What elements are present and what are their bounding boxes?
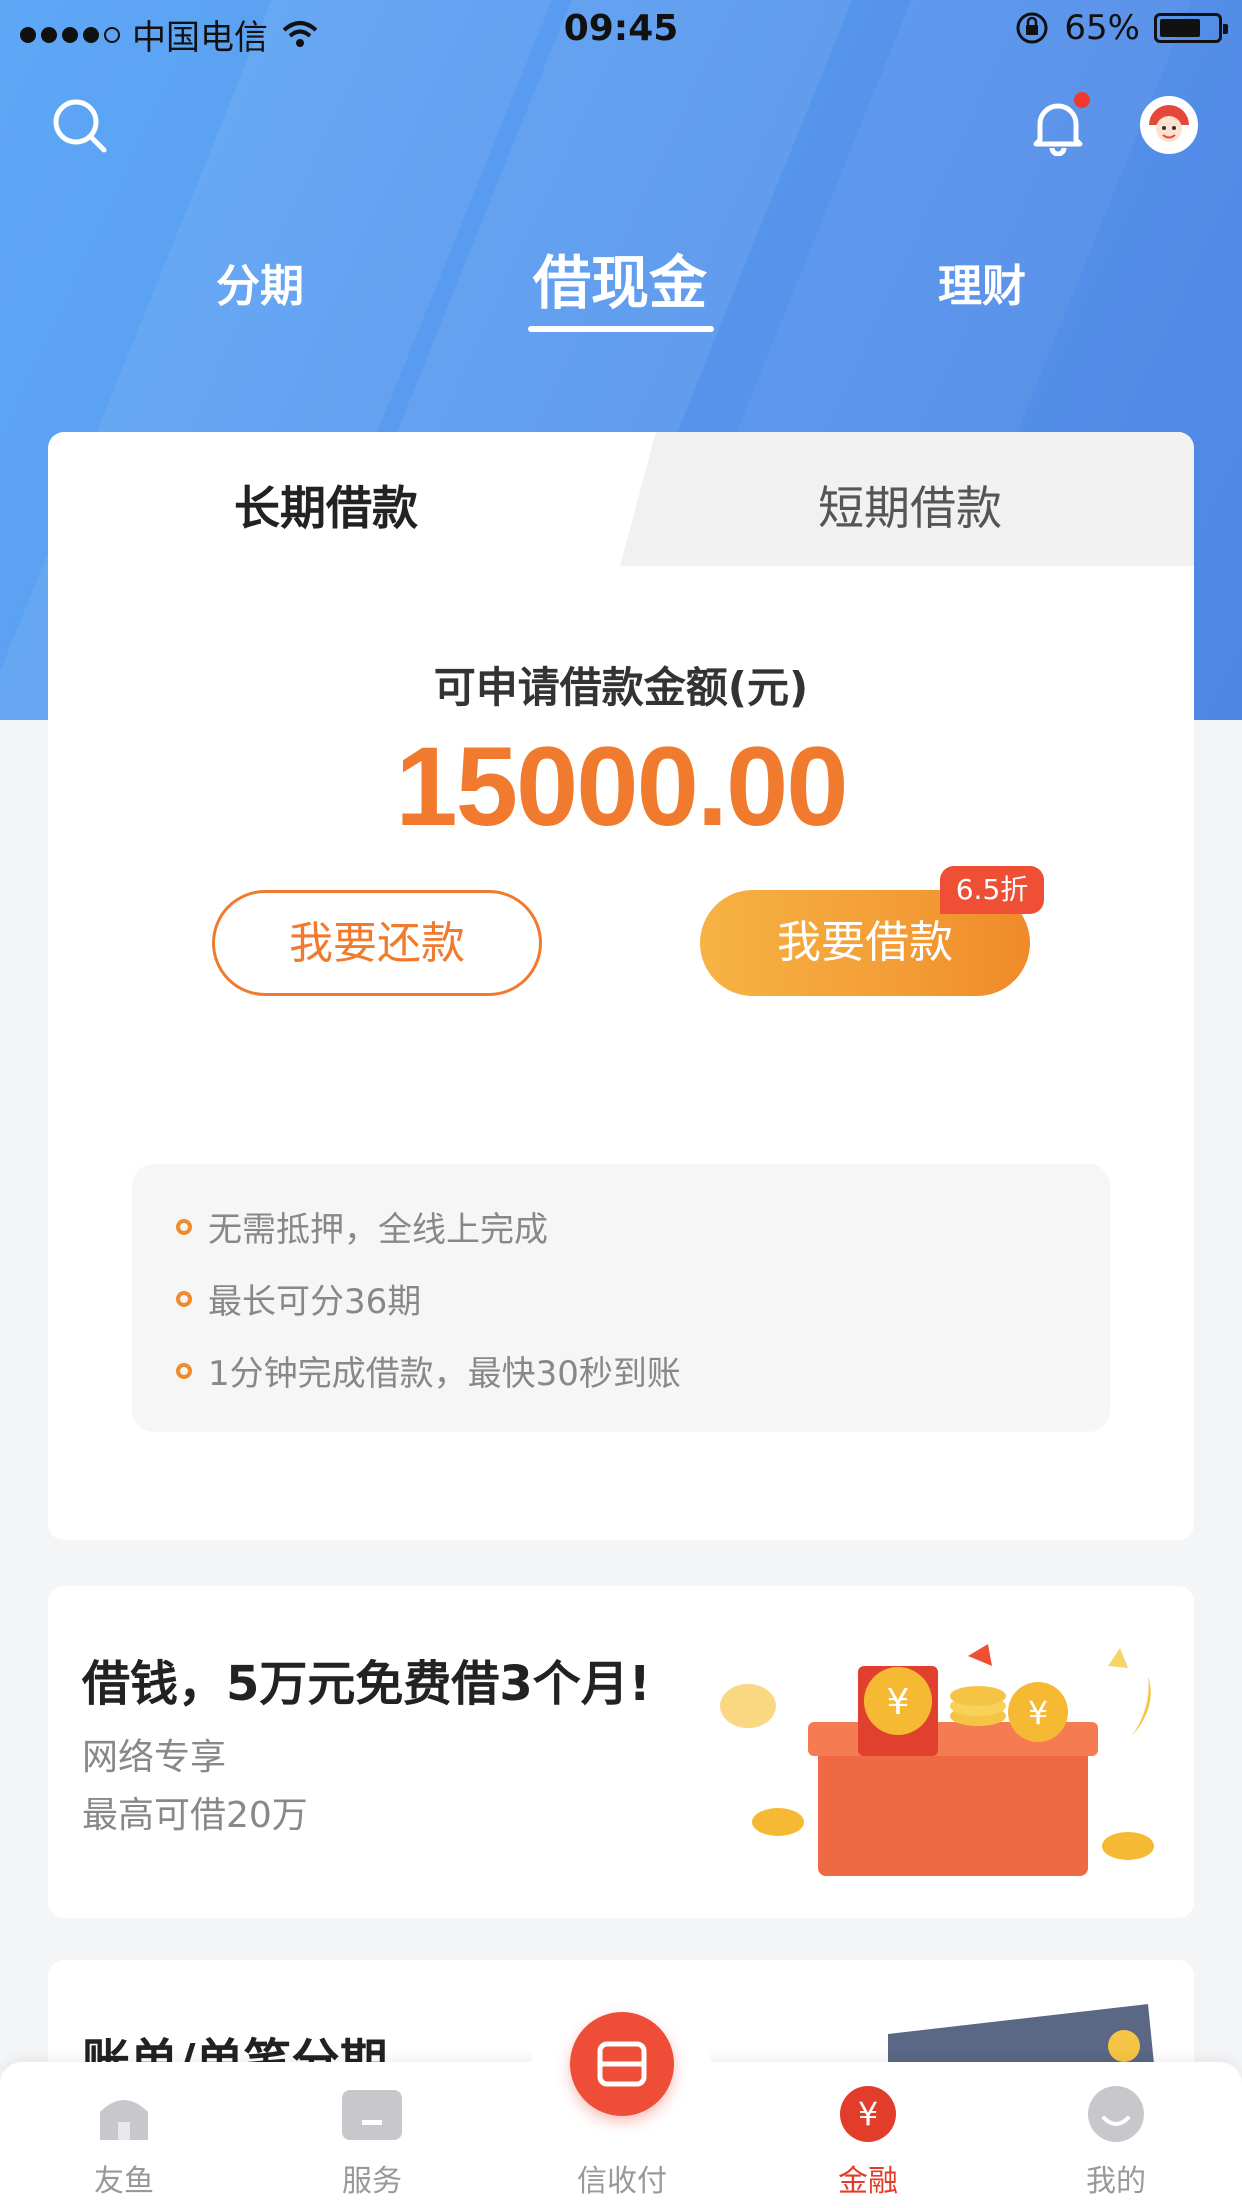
notifications-button[interactable]: [1030, 92, 1090, 160]
nav-label: 我的: [1086, 2164, 1146, 2199]
active-tab-indicator: [528, 326, 714, 332]
amount-label: 可申请借款金额(元): [433, 663, 809, 712]
promo-subtitle-2: 最高可借20万: [82, 1795, 308, 1836]
yuan-icon: ¥: [840, 2086, 896, 2142]
orientation-lock-icon: [1016, 12, 1048, 44]
promo-subtitle: 网络专享: [82, 1737, 227, 1778]
top-tabs: 分期 借现金 理财: [0, 236, 1242, 336]
search-button[interactable]: [50, 96, 110, 160]
promo-banner[interactable]: 借钱，5万元免费借3个月! 网络专享 最高可借20万 ¥ ¥: [48, 1586, 1194, 1918]
home-icon: [100, 2100, 148, 2140]
notification-dot: [1074, 92, 1090, 108]
list-item: 无需抵押，全线上完成: [176, 1202, 548, 1251]
tab-wealth[interactable]: 理财: [882, 250, 1082, 314]
red-envelope-coins-illustration: ¥ ¥: [720, 1644, 1154, 1876]
tab-installment[interactable]: 分期: [160, 250, 360, 314]
repay-button[interactable]: 我要还款: [212, 890, 542, 996]
discount-badge: 6.5折: [940, 866, 1044, 914]
feature-text: 1分钟完成借款，最快30秒到账: [208, 1354, 681, 1394]
battery-percent: 65%: [1064, 8, 1140, 48]
tab-borrow-cash[interactable]: 借现金: [500, 236, 740, 320]
search-icon: [53, 99, 107, 153]
list-item: 1分钟完成借款，最快30秒到账: [176, 1346, 681, 1395]
feature-text: 无需抵押，全线上完成: [208, 1210, 548, 1250]
nav-label: 金融: [838, 2164, 898, 2199]
available-amount: 15000.00: [395, 724, 848, 849]
avatar-icon: [1143, 99, 1195, 151]
bullet-icon: [176, 1218, 192, 1235]
svg-text:¥: ¥: [1028, 1694, 1048, 1732]
promo-title: 借钱，5万元免费借3个月!: [82, 1656, 651, 1712]
feature-text: 最长可分36期: [208, 1282, 422, 1322]
nav-label: 服务: [342, 2164, 402, 2199]
avatar-button[interactable]: [1140, 96, 1198, 154]
avatar: [1140, 96, 1198, 154]
feature-list: 无需抵押，全线上完成 最长可分36期 1分钟完成借款，最快30秒到账: [132, 1164, 1110, 1432]
nav-item-finance[interactable]: ¥ 金融: [788, 2084, 948, 2200]
status-bar: 中国电信 09:45 65%: [0, 0, 1242, 62]
nav-item-xinshoufu[interactable]: [570, 2012, 674, 2116]
nav-item-mine[interactable]: 我的: [1036, 2084, 1196, 2200]
profile-icon: [1088, 2086, 1144, 2142]
list-item: 最长可分36期: [176, 1274, 421, 1323]
segment-short-term-label[interactable]: 短期借款: [818, 472, 1002, 538]
svg-text:¥: ¥: [887, 1682, 910, 1723]
loan-segment-control: 长期借款 短期借款: [48, 432, 1194, 566]
scan-card-icon: [597, 2041, 647, 2087]
nav-label: 友鱼: [94, 2164, 154, 2199]
svg-text:¥: ¥: [858, 2095, 878, 2133]
nav-label: 信收付: [577, 2164, 667, 2199]
bullet-icon: [176, 1290, 192, 1307]
service-icon: [342, 2090, 402, 2140]
loan-card: 长期借款 短期借款 可申请借款金额(元) 15000.00 我要还款 我要借款 …: [48, 432, 1194, 1540]
nav-item-service[interactable]: 服务: [292, 2084, 452, 2200]
segment-long-term-label[interactable]: 长期借款: [234, 472, 418, 538]
bullet-icon: [176, 1362, 192, 1379]
nav-item-youyu[interactable]: 友鱼: [44, 2084, 204, 2200]
battery-icon: [1154, 13, 1228, 43]
